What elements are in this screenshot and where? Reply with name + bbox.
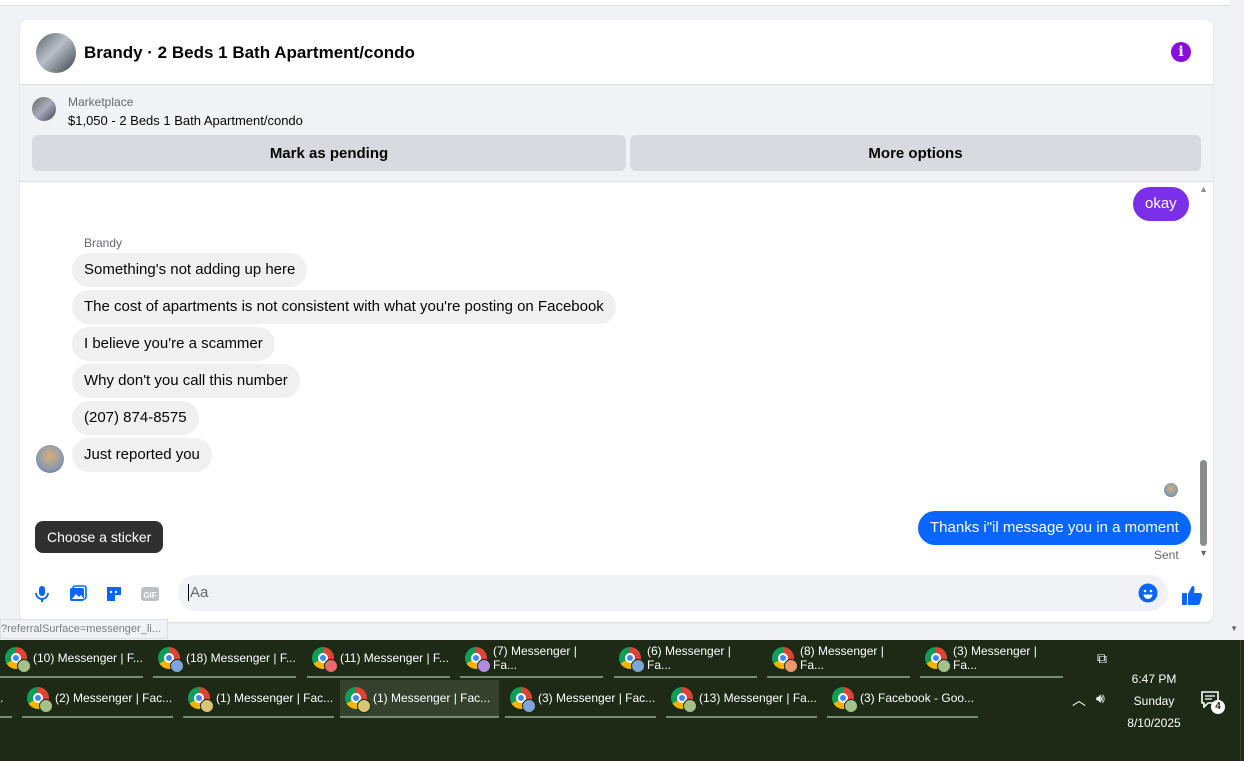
taskbar-item-label: (2) Messenger | Fac... (55, 691, 173, 705)
show-hidden-icons-icon[interactable]: ︿ (1072, 690, 1086, 710)
seen-indicator-avatar (1164, 483, 1178, 497)
meet-now-icon[interactable]: ⧉ (1097, 650, 1107, 667)
marketplace-label: Marketplace (68, 95, 134, 109)
taskbar-item[interactable]: (3) Messenger | Fac... (505, 680, 656, 718)
microphone-icon[interactable] (32, 584, 52, 604)
taskbar-item[interactable]: (18) Messenger | F... (153, 640, 296, 678)
composer-bar: GIF Aa (20, 572, 1213, 618)
svg-text:GIF: GIF (143, 591, 156, 600)
emoji-icon[interactable] (1138, 583, 1158, 603)
clock-date: 8/10/2025 (1127, 716, 1181, 730)
taskbar-item-label: (11) Messenger | F... (340, 651, 449, 665)
chrome-icon (510, 687, 536, 713)
more-options-button[interactable]: More options (630, 135, 1201, 171)
chrome-icon (312, 647, 338, 673)
sent-status: Sent (1154, 548, 1179, 562)
taskbar-item-label: (3) Messenger | Fac... (538, 691, 656, 705)
incoming-message[interactable]: Just reported you (72, 438, 212, 472)
taskbar-item[interactable]: (13) Messenger | Fa... (666, 680, 817, 718)
taskbar-item[interactable]: (8) Messenger | Fa... (767, 640, 910, 678)
taskbar-item-label: (3) Messenger | Fa... (953, 644, 1037, 672)
incoming-message[interactable]: I believe you're a scammer (72, 327, 275, 361)
sender-avatar[interactable] (36, 445, 64, 473)
marketplace-thumbnail (32, 97, 56, 121)
incoming-message[interactable]: The cost of apartments is not consistent… (72, 290, 616, 324)
taskbar-item-partial[interactable]: . (0, 680, 12, 718)
chat-window: Brandy · 2 Beds 1 Bath Apartment/condo i… (20, 20, 1213, 622)
chat-header: Brandy · 2 Beds 1 Bath Apartment/condo i (20, 20, 1213, 85)
taskbar-item[interactable]: (7) Messenger | Fa... (460, 640, 603, 678)
clock-day: Sunday (1133, 694, 1175, 708)
show-desktop-edge[interactable] (1240, 640, 1244, 761)
mark-as-pending-button[interactable]: Mark as pending (32, 135, 626, 171)
sticker-tooltip: Choose a sticker (35, 521, 164, 553)
message-list: ▲ ▼ okay Brandy Something's not adding u… (20, 182, 1213, 572)
scroll-down-arrow-icon[interactable]: ▼ (1199, 548, 1208, 558)
top-strip (0, 0, 1230, 6)
taskbar-item[interactable]: (2) Messenger | Fac... (22, 680, 173, 718)
speaker-icon[interactable]: 🔊︎ (1096, 690, 1105, 707)
taskbar-item[interactable]: (3) Messenger | Fa... (920, 640, 1063, 678)
chrome-icon (619, 647, 645, 673)
chrome-icon (5, 647, 31, 673)
taskbar-item-label: (8) Messenger | Fa... (800, 644, 884, 672)
chrome-icon (832, 687, 858, 713)
taskbar-item[interactable]: (11) Messenger | F... (307, 640, 450, 678)
taskbar-item-label: (3) Facebook - Goo... (860, 691, 975, 705)
taskbar-item[interactable]: (6) Messenger | Fa... (614, 640, 757, 678)
notification-count-badge: 4 (1211, 700, 1225, 714)
taskbar-item-label: (10) Messenger | F... (33, 651, 143, 665)
marketplace-listing[interactable]: $1,050 - 2 Beds 1 Bath Apartment/condo (68, 113, 303, 128)
taskbar-item[interactable]: (3) Facebook - Goo... (827, 680, 978, 718)
scrollbar-thumb[interactable] (1200, 460, 1207, 546)
scroll-up-arrow-icon[interactable]: ▲ (1199, 184, 1208, 194)
info-icon[interactable]: i (1171, 42, 1191, 62)
taskbar-item-label: (7) Messenger | Fa... (493, 644, 577, 672)
marketplace-panel: Marketplace $1,050 - 2 Beds 1 Bath Apart… (20, 85, 1213, 182)
chrome-icon (465, 647, 491, 673)
incoming-message[interactable]: (207) 874-8575 (72, 401, 199, 435)
page-scroll-down-icon[interactable]: ▼ (1230, 624, 1238, 633)
taskbar-item-label: (18) Messenger | F... (186, 651, 296, 665)
chrome-icon (671, 687, 697, 713)
taskbar-item-label: (1) Messenger | Fac... (216, 691, 334, 705)
listing-avatar[interactable] (36, 33, 76, 73)
sender-name: Brandy (84, 236, 123, 250)
taskbar-item-active[interactable]: (1) Messenger | Fac... (340, 680, 499, 718)
chrome-icon (925, 647, 951, 673)
taskbar-item[interactable]: (10) Messenger | F... (0, 640, 143, 678)
chrome-icon (188, 687, 214, 713)
chrome-icon (772, 647, 798, 673)
conversation-title[interactable]: Brandy · 2 Beds 1 Bath Apartment/condo (84, 43, 415, 63)
message-input-placeholder: Aa (188, 584, 209, 601)
taskbar-item[interactable]: (1) Messenger | Fac... (183, 680, 334, 718)
gif-icon[interactable]: GIF (140, 584, 160, 604)
message-input[interactable]: Aa (178, 575, 1168, 611)
status-url: ?referralSurface=messenger_li... (0, 619, 168, 639)
taskbar-item-label: . (0, 691, 4, 705)
chrome-icon (158, 647, 184, 673)
taskbar-item-label: (13) Messenger | Fa... (699, 691, 817, 705)
system-clock[interactable]: 6:47 PM Sunday 8/10/2025 (1124, 668, 1184, 734)
chrome-icon (27, 687, 53, 713)
incoming-message[interactable]: Something's not adding up here (72, 253, 308, 287)
outgoing-message[interactable]: okay (1133, 187, 1189, 221)
clock-time: 6:47 PM (1131, 672, 1177, 686)
taskbar-item-label: (1) Messenger | Fac... (373, 691, 491, 705)
photo-icon[interactable] (68, 584, 88, 604)
outgoing-message[interactable]: Thanks i"il message you in a moment (918, 511, 1191, 545)
taskbar-item-label: (6) Messenger | Fa... (647, 644, 731, 672)
sticker-icon[interactable] (104, 584, 124, 604)
thumbs-up-icon[interactable] (1181, 584, 1203, 606)
chrome-icon (345, 687, 371, 713)
incoming-message[interactable]: Why don't you call this number (72, 364, 300, 398)
